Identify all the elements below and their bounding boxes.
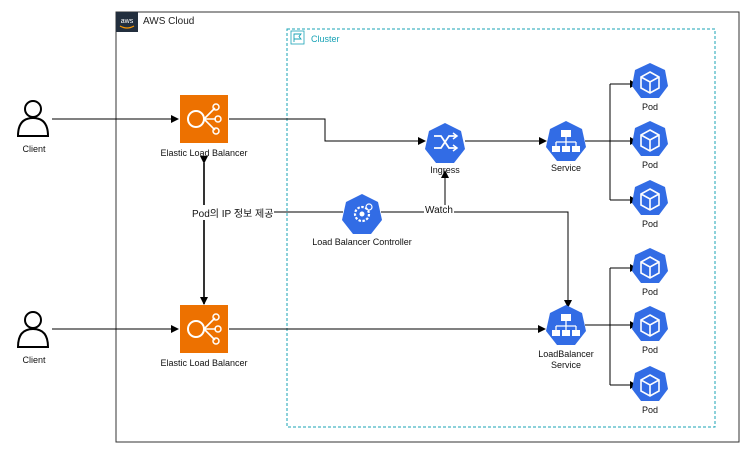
controller-label: Load Balancer Controller — [312, 237, 412, 247]
aws-logo-text: aws — [121, 18, 134, 25]
elb-top-label: Elastic Load Balancer — [160, 148, 248, 158]
pod-arrowheads — [630, 80, 637, 389]
edge-elb-ingress — [229, 118, 426, 145]
user-icon — [16, 311, 50, 348]
pod-icon — [632, 63, 668, 98]
pod-icon — [632, 366, 668, 401]
elb-bottom-label: Elastic Load Balancer — [160, 358, 248, 368]
pod-label: Pod — [641, 219, 659, 229]
service-icon — [546, 121, 586, 161]
pod-label: Pod — [641, 405, 659, 415]
pod-label: Pod — [641, 345, 659, 355]
client-bottom-label: Client — [22, 355, 46, 365]
cluster-title: Cluster — [311, 34, 340, 44]
loadbalancer-service-icon — [546, 305, 586, 345]
edge-label-pod-ip: Pod의 IP 정보 제공 — [191, 205, 275, 220]
lb-service-label-line1: LoadBalancer — [538, 349, 594, 359]
edge-label-watch: Watch — [424, 205, 454, 216]
ingress-icon — [425, 123, 465, 163]
connections — [52, 83, 630, 386]
architecture-diagram: aws AWS Cloud Cluster Client Client Elas… — [0, 0, 750, 462]
pod-label: Pod — [641, 287, 659, 297]
flag-icon — [290, 30, 305, 45]
user-icon — [16, 100, 50, 137]
edge-lbsvc-pods — [585, 267, 630, 386]
edge-controller-watch — [381, 211, 572, 308]
pod-label: Pod — [641, 102, 659, 112]
aws-cloud-title: AWS Cloud — [143, 16, 195, 27]
client-top-label: Client — [22, 144, 46, 154]
ingress-label: Ingress — [430, 165, 460, 175]
pod-icon — [632, 180, 668, 215]
pod-icon — [632, 121, 668, 156]
service-label: Service — [550, 163, 582, 173]
elastic-load-balancer-icon — [180, 305, 228, 353]
lb-service-label-line2: Service — [550, 360, 582, 370]
pod-icon — [632, 248, 668, 283]
pod-label: Pod — [641, 160, 659, 170]
edge-service-pods — [585, 83, 630, 201]
elastic-load-balancer-icon — [180, 95, 228, 143]
controller-icon — [342, 194, 382, 234]
pod-icon — [632, 306, 668, 341]
